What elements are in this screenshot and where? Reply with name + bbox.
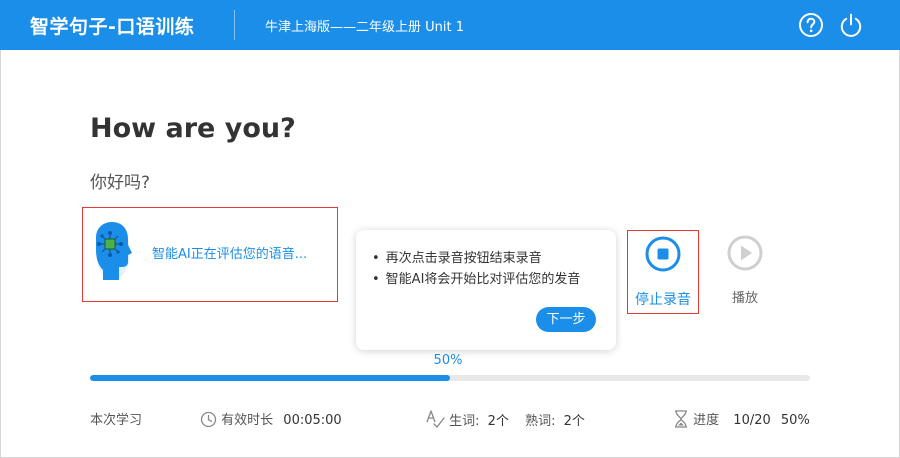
duration-label: 有效时长 [221, 413, 274, 428]
header-bar: 智学句子-口语训练 牛津上海版——二年级上册 Unit 1 [0, 0, 900, 50]
play-button[interactable]: 播放 [715, 231, 775, 311]
ai-head-icon [96, 222, 132, 280]
progress-label: 进度 [693, 413, 720, 428]
sentence-chinese: 你好吗? [90, 173, 151, 193]
spelling-icon [426, 410, 445, 428]
progress-percent-stat: 50% [780, 413, 810, 428]
power-button[interactable] [838, 12, 864, 38]
help-circle-icon [799, 13, 823, 37]
known-words-value: 2个 [563, 414, 585, 429]
words-stat: 生词: 2个 熟词: 2个 [425, 409, 585, 429]
course-title: 牛津上海版——二年级上册 Unit 1 [265, 20, 464, 35]
guide-tooltip: 再次点击录音按钮结束录音 智能AI将会开始比对评估您的发音 下一步 [356, 230, 616, 350]
clock-icon [200, 411, 217, 428]
progress-percent: 50% [433, 353, 463, 368]
tooltip-item: 智能AI将会开始比对评估您的发音 [372, 269, 581, 290]
session-label: 本次学习 [90, 413, 143, 428]
stop-recording-label: 停止录音 [635, 292, 691, 308]
ai-status-text: 智能AI正在评估您的语音... [152, 247, 308, 262]
progress-bar [90, 375, 810, 381]
help-button[interactable] [798, 12, 824, 38]
ai-status-box: 智能AI正在评估您的语音... [82, 207, 338, 302]
duration-stat: 有效时长 00:05:00 [200, 409, 342, 428]
tooltip-item: 再次点击录音按钮结束录音 [372, 248, 580, 269]
hourglass-icon [675, 410, 687, 428]
sentence-english: How are you? [90, 113, 296, 144]
play-label: 播放 [731, 291, 758, 306]
tooltip-list: 再次点击录音按钮结束录音 智能AI将会开始比对评估您的发音 [372, 248, 581, 290]
stop-icon [645, 236, 681, 272]
play-icon [727, 235, 763, 271]
app-title: 智学句子-口语训练 [30, 16, 195, 38]
progress-fill [90, 375, 450, 381]
next-step-button[interactable]: 下一步 [536, 307, 596, 332]
header-divider [234, 10, 235, 40]
new-words-value: 2个 [487, 414, 509, 429]
duration-value: 00:05:00 [283, 413, 342, 428]
power-icon [840, 13, 862, 37]
stop-recording-button[interactable]: 停止录音 [627, 230, 699, 314]
progress-stat: 进度 10/20 50% [673, 409, 810, 428]
progress-count: 10/20 [733, 413, 771, 428]
new-words-label: 生词: [449, 414, 480, 429]
known-words-label: 熟词: [525, 414, 556, 429]
